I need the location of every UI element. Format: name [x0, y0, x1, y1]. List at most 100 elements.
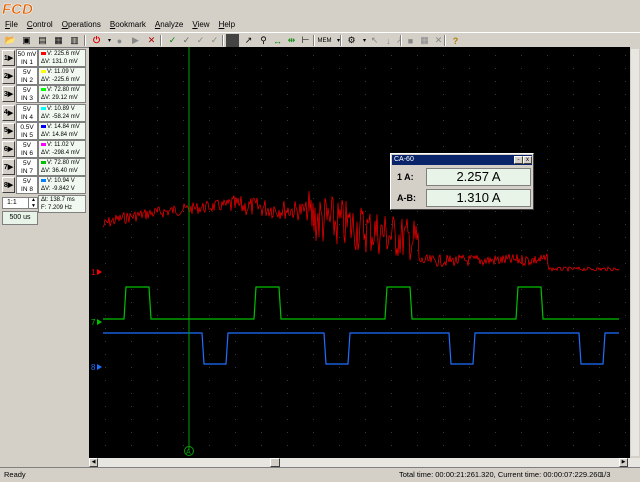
dropdown-arrow-icon[interactable]: ▾ [332, 34, 345, 47]
channel-3-button[interactable]: 3 ▶ [2, 86, 15, 103]
check-icon[interactable]: ✓ [166, 34, 179, 47]
channel-4-scale[interactable]: 5V IN 4 [16, 103, 38, 122]
menu-control[interactable]: Control [22, 18, 57, 32]
fcd-logo: FCD [2, 1, 33, 17]
channel-7-button[interactable]: 7 ▶ [2, 159, 15, 176]
status-times: Total time: 00:00:21:261.320, Current ti… [399, 470, 602, 479]
help-icon[interactable]: ? [449, 34, 462, 47]
status-ready: Ready [4, 470, 26, 479]
toolbar-separator [160, 35, 162, 46]
toolbar: 📂 ▣ ▤ ▦ ▥ ⏻ ▾ ● ▶ ✕ ✓ ✓ ✓ ✓ ↗ ⚲ ↔ ⇹ ⊢ ME… [0, 32, 640, 48]
menu-analyze[interactable]: Analyze [150, 18, 187, 32]
vertical-scrollbar[interactable] [630, 47, 640, 458]
toolbar-separator [222, 35, 224, 46]
channel-row-4: 4 ▶ 5V IN 4 V: 10.89 V ΔV: -58.24 mV [0, 103, 89, 122]
print-icon[interactable]: ▤ [36, 34, 49, 47]
ca60-row-ab: A-B: 1.310 A [393, 188, 531, 208]
scroll-right-button[interactable]: ▶ [619, 458, 628, 467]
open-icon[interactable]: 📂 [4, 34, 17, 47]
channel-2-button[interactable]: 2 ▶ [2, 68, 15, 85]
oscilloscope-display[interactable]: A 1 7 8 [89, 47, 630, 458]
toolbar-separator [400, 35, 402, 46]
channel-4-readout: V: 10.89 V ΔV: -58.24 mV [38, 103, 86, 122]
horizontal-scrollbar[interactable]: ◀ ▶ [89, 458, 640, 467]
channel-1-button[interactable]: 1 ▶ [2, 50, 15, 66]
channel-6-scale[interactable]: 5V IN 6 [16, 140, 38, 158]
stop-icon[interactable]: ⏻ [90, 34, 103, 47]
channel-5-readout: V: 14.84 mV ΔV: 14.84 mV [38, 121, 86, 140]
play-icon[interactable]: ▶ [129, 34, 142, 47]
ca60-row-ab-label: A-B: [397, 193, 416, 203]
ch7-marker[interactable]: 7 [91, 318, 102, 327]
ch8-marker[interactable]: 8 [91, 363, 102, 372]
grid [105, 55, 626, 446]
channel-row-6: 6 ▶ 5V IN 6 V: 11.02 V ΔV: -298.4 mV [0, 140, 89, 158]
channel-3-readout: V: 72.80 mV ΔV: 29.12 mV [38, 85, 86, 104]
ca60-row-a-value: 2.257 A [426, 168, 531, 186]
measure-h-icon[interactable]: ⇹ [285, 34, 298, 47]
screen-icon[interactable]: ▥ [68, 34, 81, 47]
toolbar-separator [313, 35, 315, 46]
memory-icon[interactable]: MEM [318, 34, 332, 47]
check-icon[interactable]: ✓ [208, 34, 221, 47]
channel-2-scale[interactable]: 5V IN 2 [16, 67, 38, 86]
status-bar: Ready Total time: 00:00:21:261.320, Curr… [0, 467, 640, 482]
menu-file[interactable]: File [0, 18, 22, 32]
channel-3-scale[interactable]: 5V IN 3 [16, 85, 38, 104]
scroll-thumb[interactable] [270, 458, 280, 467]
channel-2-readout: V: 11.09 V ΔV: -225.6 mV [38, 67, 86, 86]
measure-icon[interactable]: ↔ [271, 34, 284, 47]
settings-icon[interactable]: ⚙ [345, 34, 358, 47]
menu-help[interactable]: Help [214, 18, 239, 32]
channel-row-3: 3 ▶ 5V IN 3 V: 72.80 mV ΔV: 29.12 mV [0, 85, 89, 104]
trace-ch7 [103, 286, 619, 320]
channel-8-scale[interactable]: 5V IN 8 [16, 176, 38, 195]
ca60-row-a-label: 1 A: [397, 172, 414, 182]
binoculars-icon[interactable]: ⚲ [257, 34, 270, 47]
channel-7-scale[interactable]: 5V IN 7 [16, 158, 38, 177]
channel-5-button[interactable]: 5 ▶ [2, 122, 15, 139]
grid-icon[interactable]: ▦ [418, 34, 431, 47]
toolbar-separator [340, 35, 342, 46]
contrast-icon[interactable] [226, 34, 239, 47]
timebase-field[interactable]: 500 us [2, 211, 38, 225]
menu-operations[interactable]: Operations [57, 18, 105, 32]
channel-5-scale[interactable]: 0.5V IN 5 [16, 121, 38, 140]
channel-8-readout: V: 10.94 V ΔV: -9.842 V [38, 176, 86, 195]
ca60-meter-window[interactable]: CA-60 - x 1 A: 2.257 A A-B: 1.310 A [390, 153, 534, 210]
zoom-spinner[interactable]: ▲ ▼ [28, 197, 38, 209]
timing-readout: Δt: 138.7 ms F: 7.209 Hz [38, 194, 86, 213]
record-icon[interactable]: ● [113, 34, 126, 47]
menu-view[interactable]: View [187, 18, 213, 32]
channel-row-8: 8 ▶ 5V IN 8 V: 10.94 V ΔV: -9.842 V [0, 176, 89, 195]
scrollbar-track[interactable] [631, 49, 639, 456]
menu-bar: File Control Operations Bookmark Analyze View… [0, 18, 640, 32]
channel-row-7: 7 ▶ 5V IN 7 V: 72.80 mV ΔV: 36.40 mV [0, 158, 89, 177]
ca60-titlebar[interactable]: CA-60 - x [392, 155, 532, 165]
block-icon[interactable]: ■ [404, 34, 417, 47]
logo-text: FCD [2, 1, 33, 17]
check-icon[interactable]: ✓ [194, 34, 207, 47]
tools-icon[interactable]: ✕ [145, 34, 158, 47]
channel-6-button[interactable]: 6 ▶ [2, 141, 15, 157]
channel-row-2: 2 ▶ 5V IN 2 V: 11.09 V ΔV: -225.6 mV [0, 67, 89, 86]
channel-1-readout: V: 225.6 mV ΔV: 131.0 mV [38, 49, 86, 67]
align-icon[interactable]: ⊢ [299, 34, 312, 47]
minimize-button[interactable]: - [514, 156, 523, 164]
ch1-marker[interactable]: 1 [91, 268, 102, 277]
scroll-left-button[interactable]: ◀ [89, 458, 98, 467]
export-icon[interactable]: ▦ [52, 34, 65, 47]
channel-4-button[interactable]: 4 ▶ [2, 104, 15, 121]
ch8-marker-label: 8 [91, 363, 96, 372]
menu-bookmark[interactable]: Bookmark [105, 18, 150, 32]
status-page: 1/3 [600, 470, 611, 479]
check-icon[interactable]: ✓ [180, 34, 193, 47]
save-icon[interactable]: ▣ [20, 34, 33, 47]
close-button[interactable]: x [523, 156, 532, 164]
trace-ch8 [103, 332, 619, 365]
channel-8-button[interactable]: 8 ▶ [2, 177, 15, 194]
arrow-icon[interactable]: ↖ [368, 34, 381, 47]
toolbar-separator [444, 35, 446, 46]
cursor-icon[interactable]: ↗ [242, 34, 255, 47]
channel-1-scale[interactable]: 50 mV IN 1 [16, 49, 38, 67]
